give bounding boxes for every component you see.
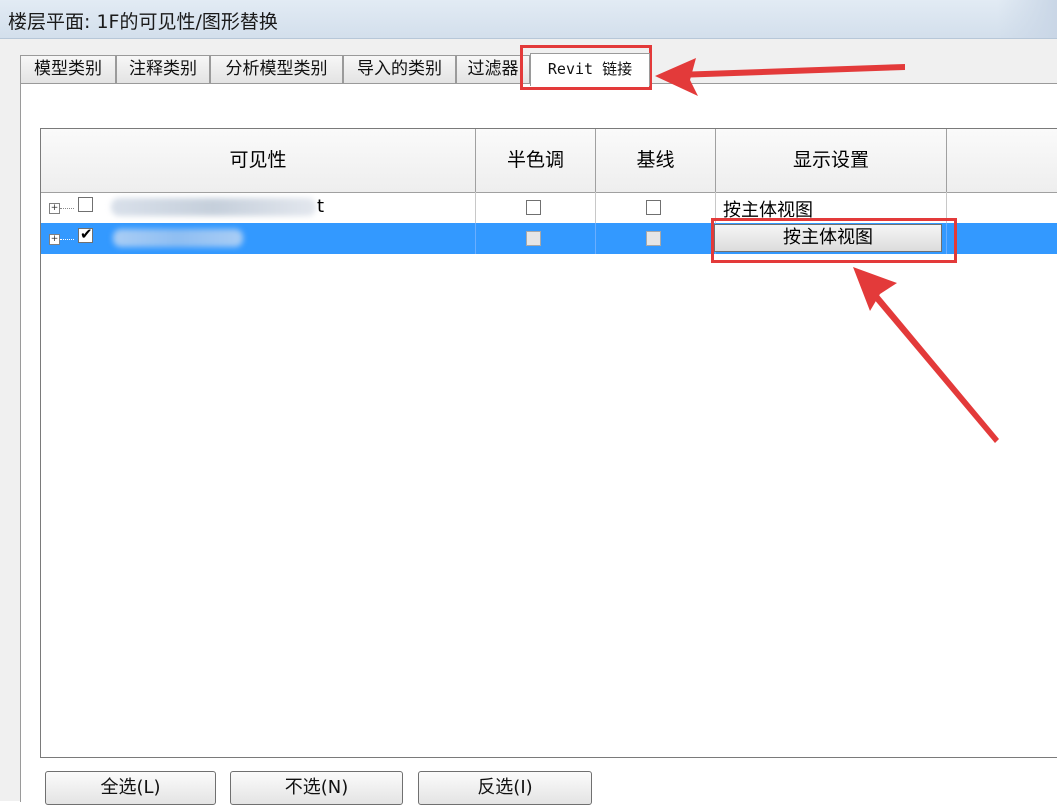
tab-model-categories[interactable]: 模型类别 <box>20 55 116 83</box>
visibility-cell: + t <box>41 192 476 223</box>
expand-icon[interactable]: + <box>49 234 60 245</box>
underlay-cell <box>596 192 716 223</box>
tab-filters[interactable]: 过滤器 <box>456 55 530 83</box>
redacted-link-name <box>113 229 243 247</box>
underlay-cell <box>596 223 716 254</box>
checkmark-icon: ✔ <box>80 225 93 243</box>
column-header-halftone[interactable]: 半色调 <box>476 129 596 192</box>
display-settings-cell[interactable]: 按主体视图 <box>716 192 947 223</box>
column-header-underlay[interactable]: 基线 <box>596 129 716 192</box>
title-bar: 楼层平面: 1F的可见性/图形替换 <box>0 0 1057 39</box>
halftone-checkbox[interactable] <box>526 231 541 246</box>
column-header-visibility[interactable]: 可见性 <box>41 129 476 192</box>
tree-connector <box>60 239 74 240</box>
column-header-spacer <box>947 129 1057 192</box>
grid-header: 可见性 半色调 基线 显示设置 <box>41 129 1057 193</box>
halftone-checkbox[interactable] <box>526 200 541 215</box>
tab-revit-links[interactable]: Revit 链接 <box>530 53 650 86</box>
link-name-visible-suffix: t <box>317 196 325 217</box>
halftone-cell <box>476 192 596 223</box>
invert-selection-button[interactable]: 反选(I) <box>418 771 592 805</box>
expand-icon[interactable]: + <box>49 203 60 214</box>
tab-analytical-model-categories[interactable]: 分析模型类别 <box>210 55 343 83</box>
table-row-selected[interactable]: + ✔ 按主体视图 <box>41 223 1057 254</box>
links-grid: 可见性 半色调 基线 显示设置 + t 按主体视图 + ✔ 按主体视图 <box>40 128 1057 758</box>
underlay-checkbox[interactable] <box>646 200 661 215</box>
display-settings-button[interactable]: 按主体视图 <box>714 224 942 252</box>
select-all-button[interactable]: 全选(L) <box>45 771 216 805</box>
visibility-cell: + ✔ <box>41 223 476 254</box>
tab-annotation-categories[interactable]: 注释类别 <box>116 55 210 83</box>
underlay-checkbox[interactable] <box>646 231 661 246</box>
title-bar-glass <box>997 0 1057 38</box>
window-title: 楼层平面: 1F的可见性/图形替换 <box>8 11 278 33</box>
halftone-cell <box>476 223 596 254</box>
column-header-display-settings[interactable]: 显示设置 <box>716 129 947 192</box>
visibility-checkbox-checked[interactable]: ✔ <box>78 225 93 243</box>
table-row[interactable]: + t 按主体视图 <box>41 192 1057 223</box>
display-settings-value: 按主体视图 <box>723 200 813 221</box>
select-none-button[interactable]: 不选(N) <box>230 771 403 805</box>
visibility-checkbox[interactable] <box>78 197 93 212</box>
redacted-link-name <box>111 198 316 216</box>
tree-connector <box>60 208 74 209</box>
tab-imported-categories[interactable]: 导入的类别 <box>343 55 456 83</box>
